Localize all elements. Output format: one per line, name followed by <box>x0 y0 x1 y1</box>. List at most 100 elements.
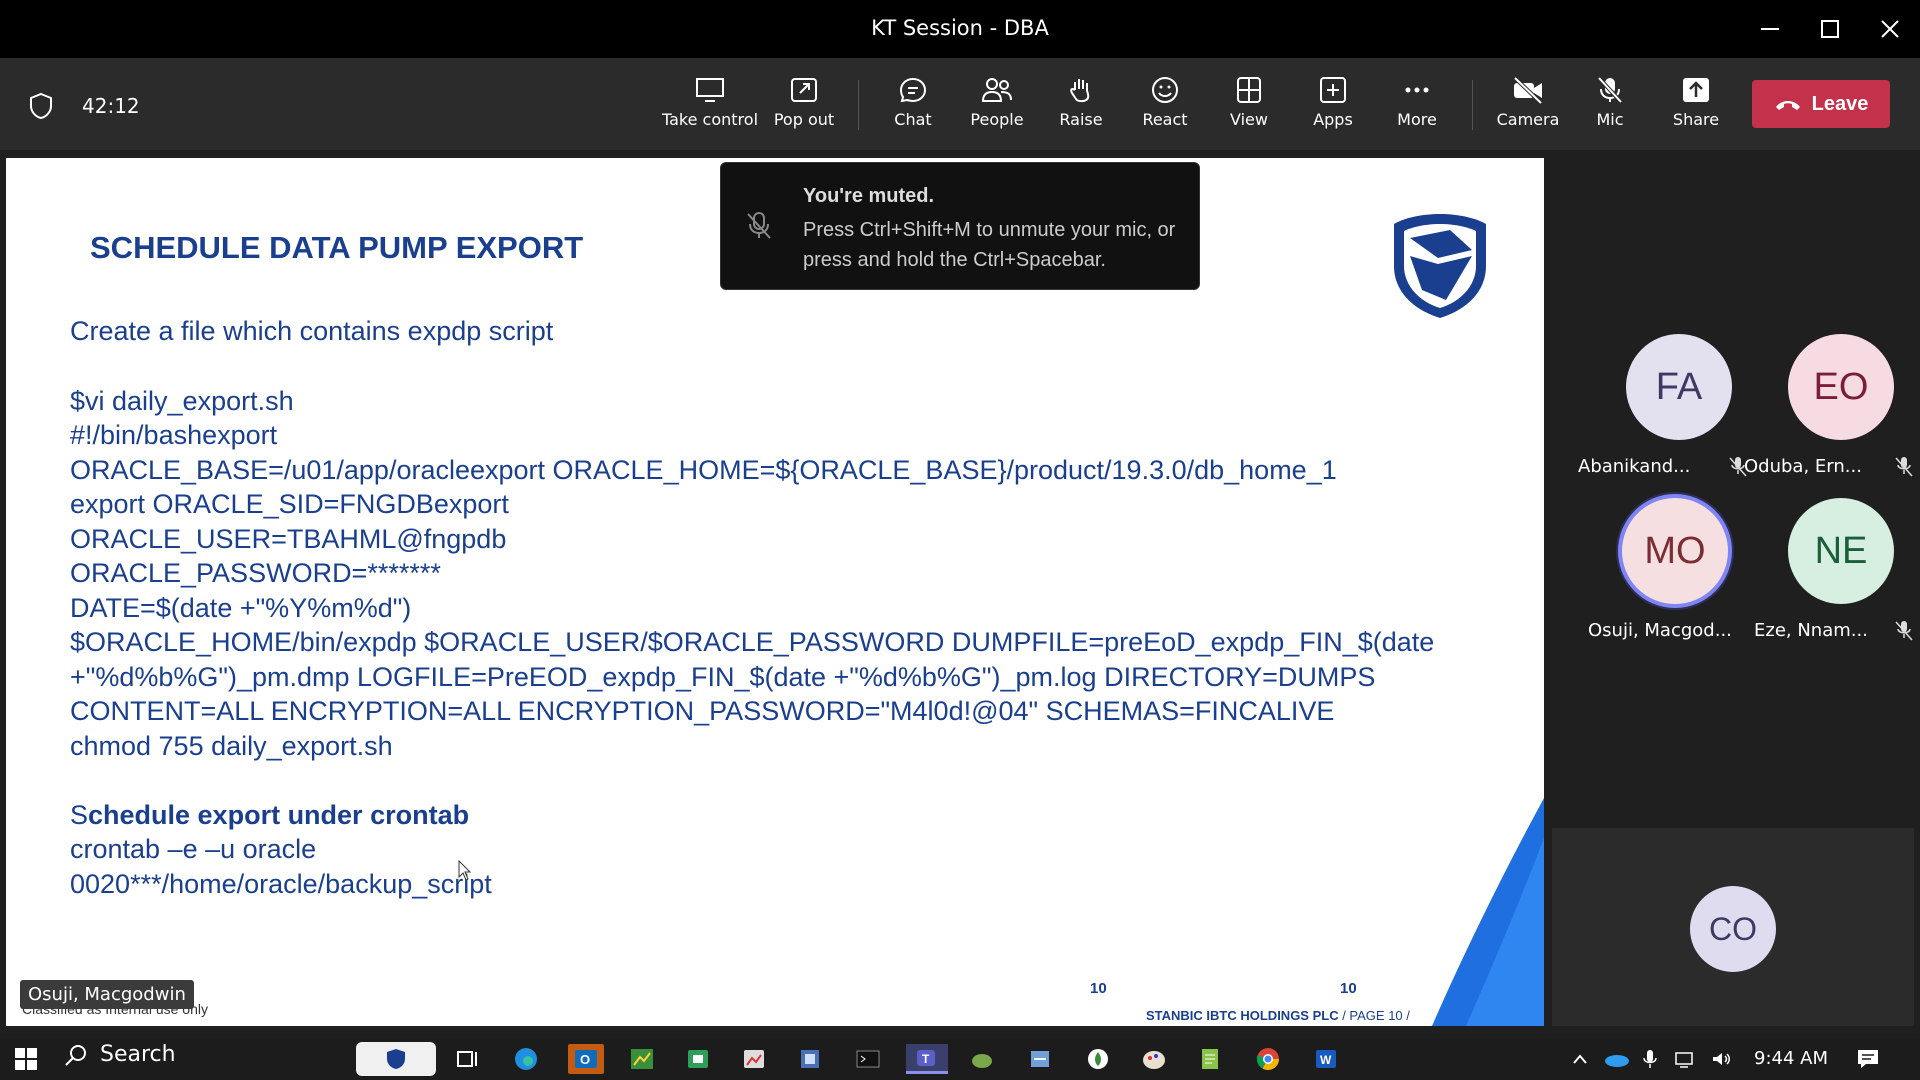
chart-app-icon <box>631 1049 653 1069</box>
mic-off-icon <box>1895 621 1913 641</box>
onedrive-tray[interactable] <box>1600 1044 1632 1074</box>
slide-line: ORACLE_PASSWORD=******* <box>70 558 441 588</box>
view-button[interactable]: View <box>1216 76 1282 140</box>
volume-icon <box>1713 1053 1730 1065</box>
footer-page: / PAGE 10 / <box>1338 1008 1410 1023</box>
mic-off-icon <box>747 212 771 239</box>
slide-line: ORACLE_USER=TBAHML@fngpdb <box>70 524 507 554</box>
chat-icon <box>899 77 927 103</box>
title-bar: KT Session - DBA <box>0 0 1920 58</box>
svg-text:T: T <box>922 1052 930 1066</box>
leave-button[interactable]: Leave <box>1752 80 1890 128</box>
mic-button[interactable]: Mic <box>1580 76 1640 140</box>
take-control-button[interactable]: Take control <box>662 76 758 140</box>
chat-button[interactable]: Chat <box>880 76 946 140</box>
network-app-icon <box>801 1050 819 1068</box>
toast-message: Press Ctrl+Shift+M to unmute your mic, o… <box>803 219 1176 271</box>
teams-icon: T <box>917 1049 935 1066</box>
avatar: NE <box>1788 498 1894 604</box>
show-hidden-icons[interactable] <box>1564 1044 1596 1074</box>
shield-icon[interactable] <box>28 92 54 120</box>
participant-tile[interactable]: NE Eze, Nnam... <box>1744 498 1920 658</box>
notifications-button[interactable] <box>1852 1044 1884 1074</box>
volume-tray[interactable] <box>1706 1044 1738 1074</box>
maximize-icon <box>1821 20 1839 38</box>
slide-line: $vi daily_export.sh <box>70 386 294 416</box>
camera-label: Camera <box>1496 110 1560 129</box>
app-icon[interactable] <box>794 1044 826 1074</box>
apps-button[interactable]: Apps <box>1300 76 1366 140</box>
slide-corner-decoration <box>1432 798 1544 1026</box>
slide-footer-number: 10 <box>1340 980 1357 997</box>
more-label: More <box>1397 110 1437 129</box>
windows-logo-icon <box>15 1048 37 1070</box>
start-button[interactable] <box>10 1044 42 1074</box>
chrome-app[interactable] <box>1252 1044 1284 1074</box>
slide-line: export ORACLE_SID=FNGDBexport <box>70 489 509 519</box>
app-icon[interactable] <box>626 1044 658 1074</box>
app-icon[interactable] <box>1138 1044 1170 1074</box>
app-icon[interactable] <box>682 1044 714 1074</box>
slide-line: chmod 755 daily_export.sh <box>70 731 393 761</box>
view-icon <box>1237 77 1261 103</box>
participant-name: Osuji, Macgod... <box>1588 620 1732 641</box>
apps-icon <box>1320 77 1346 103</box>
app-icon[interactable] <box>966 1044 998 1074</box>
self-video-tile[interactable]: CO <box>1552 828 1914 1026</box>
app-icon[interactable] <box>852 1044 884 1074</box>
people-button[interactable]: People <box>964 76 1030 140</box>
svg-text:O: O <box>580 1052 590 1067</box>
participant-tile[interactable]: EO Oduba, Ern... <box>1744 334 1920 494</box>
app-icon[interactable] <box>738 1044 770 1074</box>
microphone-icon <box>1643 1050 1657 1068</box>
share-button[interactable]: Share <box>1664 76 1728 140</box>
camera-button[interactable]: Camera <box>1492 76 1564 140</box>
chevron-up-icon <box>1573 1054 1587 1064</box>
network-tray[interactable] <box>1670 1044 1702 1074</box>
app-icon[interactable] <box>1082 1044 1114 1074</box>
search-highlight[interactable] <box>356 1042 436 1076</box>
slide-footer-number: 10 <box>1090 980 1107 997</box>
participant-tile[interactable]: FA Abanikand... <box>1578 334 1754 494</box>
slide-line: +"%d%b%G")_pm.dmp LOGFILE=PreEOD_expdp_F… <box>70 662 1376 692</box>
word-icon: W <box>1316 1050 1336 1068</box>
close-button[interactable] <box>1860 0 1920 58</box>
edge-app[interactable] <box>510 1044 542 1074</box>
presenter-name-pill: Osuji, Macgodwin <box>20 980 194 1009</box>
pop-out-icon <box>791 78 817 102</box>
taskbar-search[interactable]: Search <box>64 1042 176 1067</box>
meeting-timer: 42:12 <box>82 94 140 118</box>
word-app[interactable]: W <box>1310 1044 1342 1074</box>
minimize-button[interactable] <box>1740 0 1800 58</box>
app-icon[interactable] <box>1194 1044 1226 1074</box>
teams-app[interactable]: T <box>906 1044 948 1074</box>
slide-footer: STANBIC IBTC HOLDINGS PLC / PAGE 10 / <box>1146 1008 1410 1023</box>
outlook-app[interactable]: O <box>568 1044 604 1074</box>
raise-label: Raise <box>1059 110 1103 129</box>
connection-app-icon <box>1031 1051 1049 1067</box>
more-button[interactable]: More <box>1384 76 1450 140</box>
pop-out-label: Pop out <box>773 110 835 129</box>
pop-out-button[interactable]: Pop out <box>768 76 840 140</box>
task-view-button[interactable] <box>452 1044 484 1074</box>
react-button[interactable]: React <box>1132 76 1198 140</box>
taskbar-clock[interactable]: 9:44 AM <box>1754 1048 1828 1069</box>
muted-notification: You're muted. Press Ctrl+Shift+M to unmu… <box>720 162 1200 290</box>
slide-line: #!/bin/bashexport <box>70 420 278 450</box>
paint-app-icon <box>1143 1051 1165 1069</box>
raise-hand-button[interactable]: Raise <box>1048 76 1114 140</box>
bank-logo-icon <box>387 1049 405 1069</box>
leave-label: Leave <box>1811 92 1869 115</box>
view-label: View <box>1230 110 1268 129</box>
mic-tray[interactable] <box>1634 1044 1666 1074</box>
camera-off-icon <box>1513 76 1543 104</box>
toad-icon <box>972 1054 992 1068</box>
more-icon <box>1405 87 1429 93</box>
slide-title: SCHEDULE DATA PUMP EXPORT <box>90 230 584 265</box>
maximize-button[interactable] <box>1800 0 1860 58</box>
participant-tile-speaking[interactable]: MO Osuji, Macgod... <box>1578 498 1754 658</box>
app-icon[interactable] <box>1024 1044 1056 1074</box>
close-icon <box>1881 20 1899 38</box>
mic-off-icon <box>1895 457 1913 477</box>
apps-label: Apps <box>1313 110 1353 129</box>
